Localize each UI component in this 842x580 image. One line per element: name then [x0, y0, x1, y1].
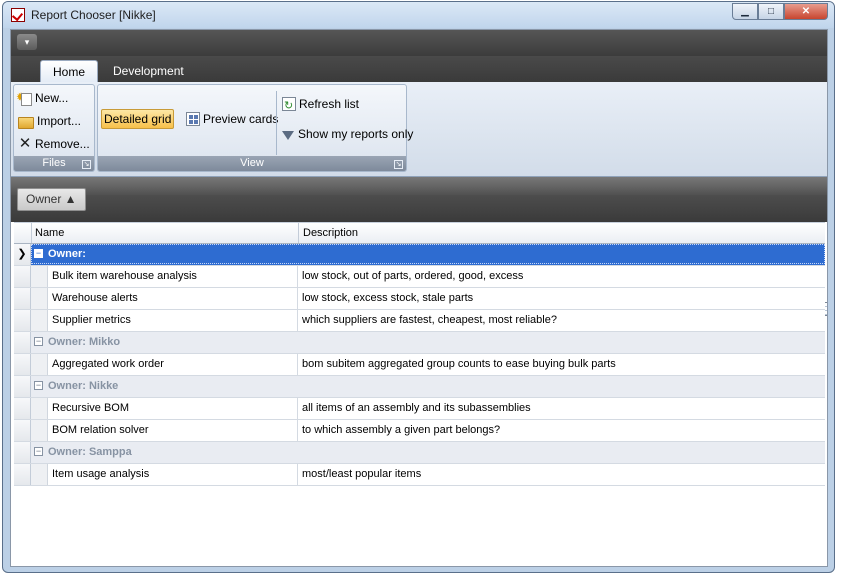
- cell-description: most/least popular items: [302, 468, 422, 480]
- tab-development[interactable]: Development: [101, 60, 196, 82]
- group-label: Owner: Mikko: [48, 336, 121, 348]
- row-indent: [31, 464, 48, 485]
- cell-name: Recursive BOM: [48, 398, 298, 419]
- cell-description: low stock, excess stock, stale parts: [302, 292, 474, 304]
- view-group-separator: [276, 91, 277, 155]
- row-indent: [31, 310, 48, 331]
- table-row[interactable]: Item usage analysis most/least popular i…: [14, 464, 825, 486]
- collapse-minus-icon[interactable]: −: [34, 447, 43, 456]
- cell-name: Aggregated work order: [48, 354, 298, 375]
- cell-description: low stock, out of parts, ordered, good, …: [302, 270, 524, 282]
- group-label: Owner: Samppa: [48, 446, 132, 458]
- quick-access-menu-button[interactable]: ▾: [17, 34, 37, 50]
- import-button[interactable]: Import...: [18, 111, 81, 131]
- window-controls: ▁ □ ✕: [732, 3, 828, 20]
- refresh-icon: [282, 96, 296, 116]
- collapse-minus-icon[interactable]: −: [34, 249, 43, 258]
- cell-description: bom subitem aggregated group counts to e…: [302, 358, 616, 370]
- row-indicator[interactable]: [14, 354, 31, 375]
- ribbon-group-view: Detailed grid Preview cards Refresh list…: [97, 84, 827, 316]
- cell-name: Bulk item warehouse analysis: [48, 266, 298, 287]
- refresh-list-button[interactable]: Refresh list: [282, 94, 360, 116]
- ribbon-panel: New... Import... ✕ Remove... Files ↘ Det…: [11, 82, 827, 316]
- remove-button-label: Remove...: [35, 137, 90, 151]
- group-by-panel: Owner ▲: [11, 177, 827, 222]
- view-dialog-launcher-icon[interactable]: ↘: [394, 160, 403, 169]
- ribbon-tab-row: Home Development: [11, 56, 827, 82]
- refresh-list-label: Refresh list: [299, 97, 360, 111]
- detailed-grid-button[interactable]: Detailed grid: [101, 109, 827, 316]
- cell-name: BOM relation solver: [48, 420, 298, 441]
- collapse-minus-icon[interactable]: −: [34, 381, 43, 390]
- column-header-name[interactable]: Name: [31, 223, 298, 243]
- preview-cards-button[interactable]: Preview cards: [186, 109, 278, 129]
- window-title: Report Chooser [Nikke]: [31, 8, 156, 22]
- preview-cards-label: Preview cards: [203, 112, 279, 126]
- app-window: Report Chooser [Nikke] ▁ □ ✕ ▾ Home Deve…: [2, 1, 835, 573]
- row-indicator[interactable]: [14, 398, 31, 419]
- group-row-owner-samppa[interactable]: − Owner: Samppa: [14, 442, 825, 464]
- group-label: Owner: Nikke: [48, 380, 119, 392]
- new-document-icon: [16, 87, 32, 107]
- column-header-description[interactable]: Description: [298, 223, 825, 243]
- import-button-label: Import...: [37, 114, 82, 128]
- row-indicator[interactable]: [14, 332, 31, 353]
- table-row[interactable]: Aggregated work order bom subitem aggreg…: [14, 354, 825, 376]
- cell-name: Supplier metrics: [48, 310, 298, 331]
- row-indent: [31, 354, 48, 375]
- reports-grid: Name Description ❯ − Owner: Bulk item wa…: [14, 222, 825, 486]
- client-area: ▾ Home Development New... Import... ✕ Re…: [10, 29, 828, 567]
- minimize-button[interactable]: ▁: [732, 3, 758, 20]
- quick-access-toolbar: ▾: [11, 30, 827, 56]
- collapse-minus-icon[interactable]: −: [34, 337, 43, 346]
- tab-home[interactable]: Home: [40, 60, 99, 82]
- row-indicator[interactable]: [14, 464, 31, 485]
- row-indicator[interactable]: [14, 288, 31, 309]
- cell-description: all items of an assembly and its subasse…: [302, 402, 531, 414]
- ribbon-group-files: New... Import... ✕ Remove... Files ↘: [13, 84, 95, 172]
- cell-name: Warehouse alerts: [48, 288, 298, 309]
- row-indent: [31, 420, 48, 441]
- table-row[interactable]: Warehouse alerts low stock, excess stock…: [14, 288, 825, 310]
- cell-name: Item usage analysis: [48, 464, 298, 485]
- remove-button[interactable]: ✕ Remove...: [18, 134, 90, 154]
- table-row[interactable]: Supplier metrics which suppliers are fas…: [14, 310, 825, 332]
- table-row[interactable]: Recursive BOM all items of an assembly a…: [14, 398, 825, 420]
- show-my-reports-only-button[interactable]: Show my reports only: [282, 124, 413, 144]
- row-indicator[interactable]: [14, 420, 31, 441]
- cell-description: to which assembly a given part belongs?: [302, 424, 501, 436]
- row-indicator[interactable]: [14, 266, 31, 287]
- row-indent: [31, 398, 48, 419]
- header-indicator-cell: [14, 223, 31, 243]
- maximize-button[interactable]: □: [758, 3, 784, 20]
- group-by-owner-chip[interactable]: Owner ▲: [17, 188, 86, 211]
- show-my-reports-only-label: Show my reports only: [298, 127, 414, 141]
- group-label: Owner:: [48, 248, 86, 260]
- row-indicator[interactable]: [14, 376, 31, 397]
- preview-cards-icon: [186, 112, 200, 126]
- row-indicator[interactable]: [14, 310, 31, 331]
- app-report-icon[interactable]: [11, 8, 25, 22]
- row-indicator[interactable]: [14, 442, 31, 463]
- row-indent: [31, 288, 48, 309]
- table-row[interactable]: Bulk item warehouse analysis low stock, …: [14, 266, 825, 288]
- filter-funnel-icon: [282, 130, 294, 140]
- grid-header: Name Description: [14, 222, 825, 244]
- folder-open-icon: [18, 116, 34, 129]
- new-button-label: New...: [35, 91, 69, 105]
- group-row-owner-nikke[interactable]: − Owner: Nikke: [14, 376, 825, 398]
- close-button[interactable]: ✕: [784, 3, 828, 20]
- row-indicator-arrow-icon: ❯: [14, 244, 31, 265]
- title-bar[interactable]: Report Chooser [Nikke] ▁ □ ✕: [3, 2, 834, 28]
- group-row-owner-blank[interactable]: ❯ − Owner:: [14, 244, 825, 266]
- detailed-grid-label: Detailed grid: [104, 112, 172, 126]
- row-indent: [31, 266, 48, 287]
- new-button[interactable]: New...: [16, 87, 69, 108]
- files-dialog-launcher-icon[interactable]: ↘: [82, 160, 91, 169]
- view-group-label: View: [98, 156, 406, 171]
- remove-x-icon: ✕: [18, 135, 32, 152]
- table-row[interactable]: BOM relation solver to which assembly a …: [14, 420, 825, 442]
- group-row-owner-mikko[interactable]: − Owner: Mikko: [14, 332, 825, 354]
- cell-description: which suppliers are fastest, cheapest, m…: [302, 314, 557, 326]
